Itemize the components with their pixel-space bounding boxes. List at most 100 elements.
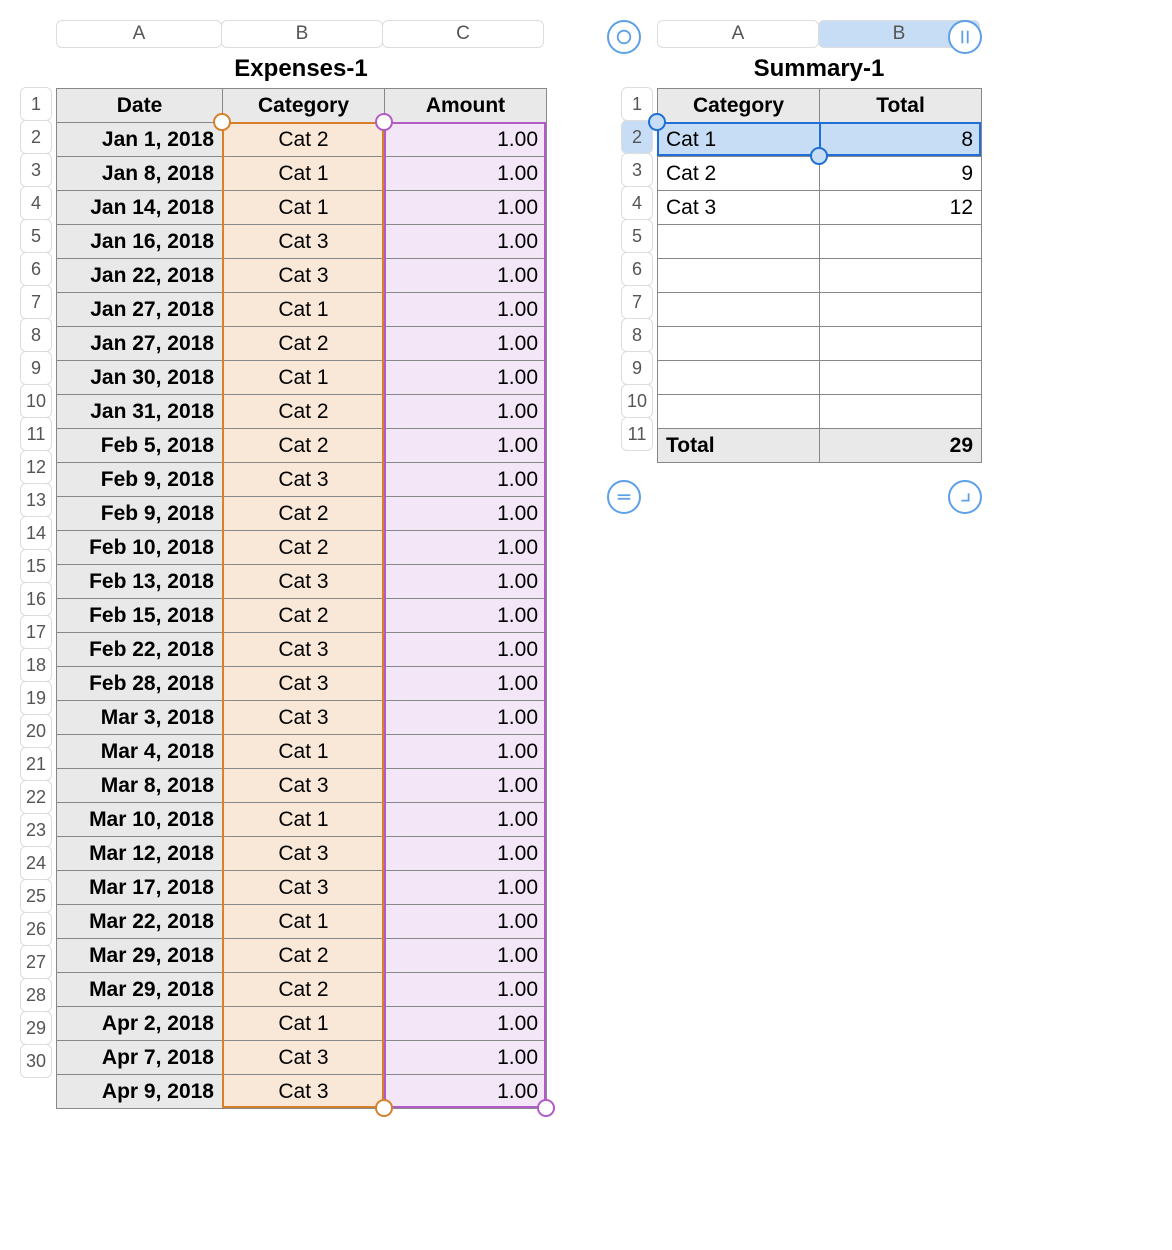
cell-amount[interactable]: 1.00 bbox=[385, 633, 547, 667]
cell-date[interactable]: Feb 15, 2018 bbox=[57, 599, 223, 633]
expenses-header-cell[interactable]: Amount bbox=[385, 89, 547, 123]
cell-date[interactable]: Feb 13, 2018 bbox=[57, 565, 223, 599]
table-row[interactable]: Apr 2, 2018 Cat 1 1.00 bbox=[57, 1007, 547, 1041]
cell-empty[interactable] bbox=[820, 361, 982, 395]
cell-category[interactable]: Cat 2 bbox=[223, 429, 385, 463]
table-row[interactable]: Mar 4, 2018 Cat 1 1.00 bbox=[57, 735, 547, 769]
table-row[interactable] bbox=[658, 327, 982, 361]
cell-category[interactable]: Cat 3 bbox=[223, 701, 385, 735]
cell-date[interactable]: Feb 28, 2018 bbox=[57, 667, 223, 701]
footer-row[interactable]: Total 29 bbox=[658, 429, 982, 463]
cell-date[interactable]: Jan 31, 2018 bbox=[57, 395, 223, 429]
cell-empty[interactable] bbox=[820, 293, 982, 327]
cell-empty[interactable] bbox=[658, 361, 820, 395]
cell-category[interactable]: Cat 2 bbox=[223, 497, 385, 531]
table-row[interactable]: Jan 8, 2018 Cat 1 1.00 bbox=[57, 157, 547, 191]
table-row[interactable]: Feb 13, 2018 Cat 3 1.00 bbox=[57, 565, 547, 599]
cell-amount[interactable]: 1.00 bbox=[385, 1041, 547, 1075]
table-row[interactable]: Mar 10, 2018 Cat 1 1.00 bbox=[57, 803, 547, 837]
cell-category[interactable]: Cat 2 bbox=[223, 395, 385, 429]
table-row[interactable]: Apr 9, 2018 Cat 3 1.00 bbox=[57, 1075, 547, 1109]
cell-amount[interactable]: 1.00 bbox=[385, 497, 547, 531]
summary-grid[interactable]: CategoryTotal Cat 1 8 Cat 2 9 Cat 3 12 bbox=[657, 88, 982, 463]
cell-date[interactable]: Feb 5, 2018 bbox=[57, 429, 223, 463]
row-header[interactable]: 23 bbox=[20, 813, 52, 847]
cell-amount[interactable]: 1.00 bbox=[385, 565, 547, 599]
row-header[interactable]: 10 bbox=[20, 384, 52, 418]
cell-category[interactable]: Cat 1 bbox=[223, 361, 385, 395]
cell-date[interactable]: Feb 9, 2018 bbox=[57, 497, 223, 531]
col-header-C[interactable]: C bbox=[382, 20, 544, 48]
cell-empty[interactable] bbox=[658, 327, 820, 361]
row-header[interactable]: 20 bbox=[20, 714, 52, 748]
row-header[interactable]: 15 bbox=[20, 549, 52, 583]
cell-amount[interactable]: 1.00 bbox=[385, 1075, 547, 1109]
col-header-A[interactable]: A bbox=[56, 20, 222, 48]
row-header[interactable]: 6 bbox=[20, 252, 52, 286]
cell-date[interactable]: Mar 22, 2018 bbox=[57, 905, 223, 939]
table-row[interactable]: Feb 28, 2018 Cat 3 1.00 bbox=[57, 667, 547, 701]
cell-category[interactable]: Cat 1 bbox=[223, 191, 385, 225]
row-header[interactable]: 11 bbox=[20, 417, 52, 451]
cell-category[interactable]: Cat 1 bbox=[223, 735, 385, 769]
cell-date[interactable]: Jan 14, 2018 bbox=[57, 191, 223, 225]
cell-total[interactable]: 12 bbox=[820, 191, 982, 225]
row-header[interactable]: 7 bbox=[20, 285, 52, 319]
row-header[interactable]: 1 bbox=[621, 87, 653, 121]
expenses-title[interactable]: Expenses-1 bbox=[56, 54, 546, 88]
cell-date[interactable]: Mar 29, 2018 bbox=[57, 973, 223, 1007]
table-row[interactable]: Feb 22, 2018 Cat 3 1.00 bbox=[57, 633, 547, 667]
cell-amount[interactable]: 1.00 bbox=[385, 463, 547, 497]
cell-category[interactable]: Cat 1 bbox=[223, 905, 385, 939]
cell-date[interactable]: Jan 27, 2018 bbox=[57, 293, 223, 327]
table-row[interactable]: Feb 15, 2018 Cat 2 1.00 bbox=[57, 599, 547, 633]
cell-empty[interactable] bbox=[658, 293, 820, 327]
row-header[interactable]: 28 bbox=[20, 978, 52, 1012]
row-header[interactable]: 5 bbox=[20, 219, 52, 253]
cell-total[interactable]: 8 bbox=[820, 123, 982, 157]
table-row[interactable] bbox=[658, 361, 982, 395]
cell-date[interactable]: Apr 2, 2018 bbox=[57, 1007, 223, 1041]
row-header[interactable]: 9 bbox=[20, 351, 52, 385]
cell-category[interactable]: Cat 3 bbox=[223, 225, 385, 259]
cell-category[interactable]: Cat 3 bbox=[223, 1041, 385, 1075]
table-row[interactable]: Feb 5, 2018 Cat 2 1.00 bbox=[57, 429, 547, 463]
cell-amount[interactable]: 1.00 bbox=[385, 939, 547, 973]
cell-date[interactable]: Mar 12, 2018 bbox=[57, 837, 223, 871]
row-header[interactable]: 19 bbox=[20, 681, 52, 715]
cell-category[interactable]: Cat 1 bbox=[223, 157, 385, 191]
cell-amount[interactable]: 1.00 bbox=[385, 599, 547, 633]
table-row[interactable]: Feb 9, 2018 Cat 2 1.00 bbox=[57, 497, 547, 531]
cell-category[interactable]: Cat 3 bbox=[223, 633, 385, 667]
row-header[interactable]: 17 bbox=[20, 615, 52, 649]
row-header[interactable]: 26 bbox=[20, 912, 52, 946]
cell-amount[interactable]: 1.00 bbox=[385, 429, 547, 463]
cell-amount[interactable]: 1.00 bbox=[385, 905, 547, 939]
row-header[interactable]: 13 bbox=[20, 483, 52, 517]
add-row-icon[interactable] bbox=[607, 480, 641, 514]
table-row[interactable]: Mar 29, 2018 Cat 2 1.00 bbox=[57, 973, 547, 1007]
row-header[interactable]: 25 bbox=[20, 879, 52, 913]
cell-empty[interactable] bbox=[658, 395, 820, 429]
cell-total[interactable]: 9 bbox=[820, 157, 982, 191]
cell-amount[interactable]: 1.00 bbox=[385, 157, 547, 191]
table-row[interactable]: Cat 1 8 bbox=[658, 123, 982, 157]
cell-amount[interactable]: 1.00 bbox=[385, 701, 547, 735]
cell-date[interactable]: Mar 4, 2018 bbox=[57, 735, 223, 769]
resize-handle-icon[interactable] bbox=[948, 480, 982, 514]
table-row[interactable] bbox=[658, 293, 982, 327]
table-row[interactable]: Jan 30, 2018 Cat 1 1.00 bbox=[57, 361, 547, 395]
row-header[interactable]: 7 bbox=[621, 285, 653, 319]
cell-date[interactable]: Feb 10, 2018 bbox=[57, 531, 223, 565]
cell-amount[interactable]: 1.00 bbox=[385, 667, 547, 701]
row-header[interactable]: 2 bbox=[621, 120, 653, 154]
cell-amount[interactable]: 1.00 bbox=[385, 837, 547, 871]
cell-empty[interactable] bbox=[658, 259, 820, 293]
row-header[interactable]: 14 bbox=[20, 516, 52, 550]
footer-label[interactable]: Total bbox=[658, 429, 820, 463]
cell-date[interactable]: Jan 16, 2018 bbox=[57, 225, 223, 259]
cell-amount[interactable]: 1.00 bbox=[385, 395, 547, 429]
cell-category[interactable]: Cat 3 bbox=[223, 769, 385, 803]
row-header[interactable]: 3 bbox=[20, 153, 52, 187]
cell-category[interactable]: Cat 3 bbox=[223, 259, 385, 293]
